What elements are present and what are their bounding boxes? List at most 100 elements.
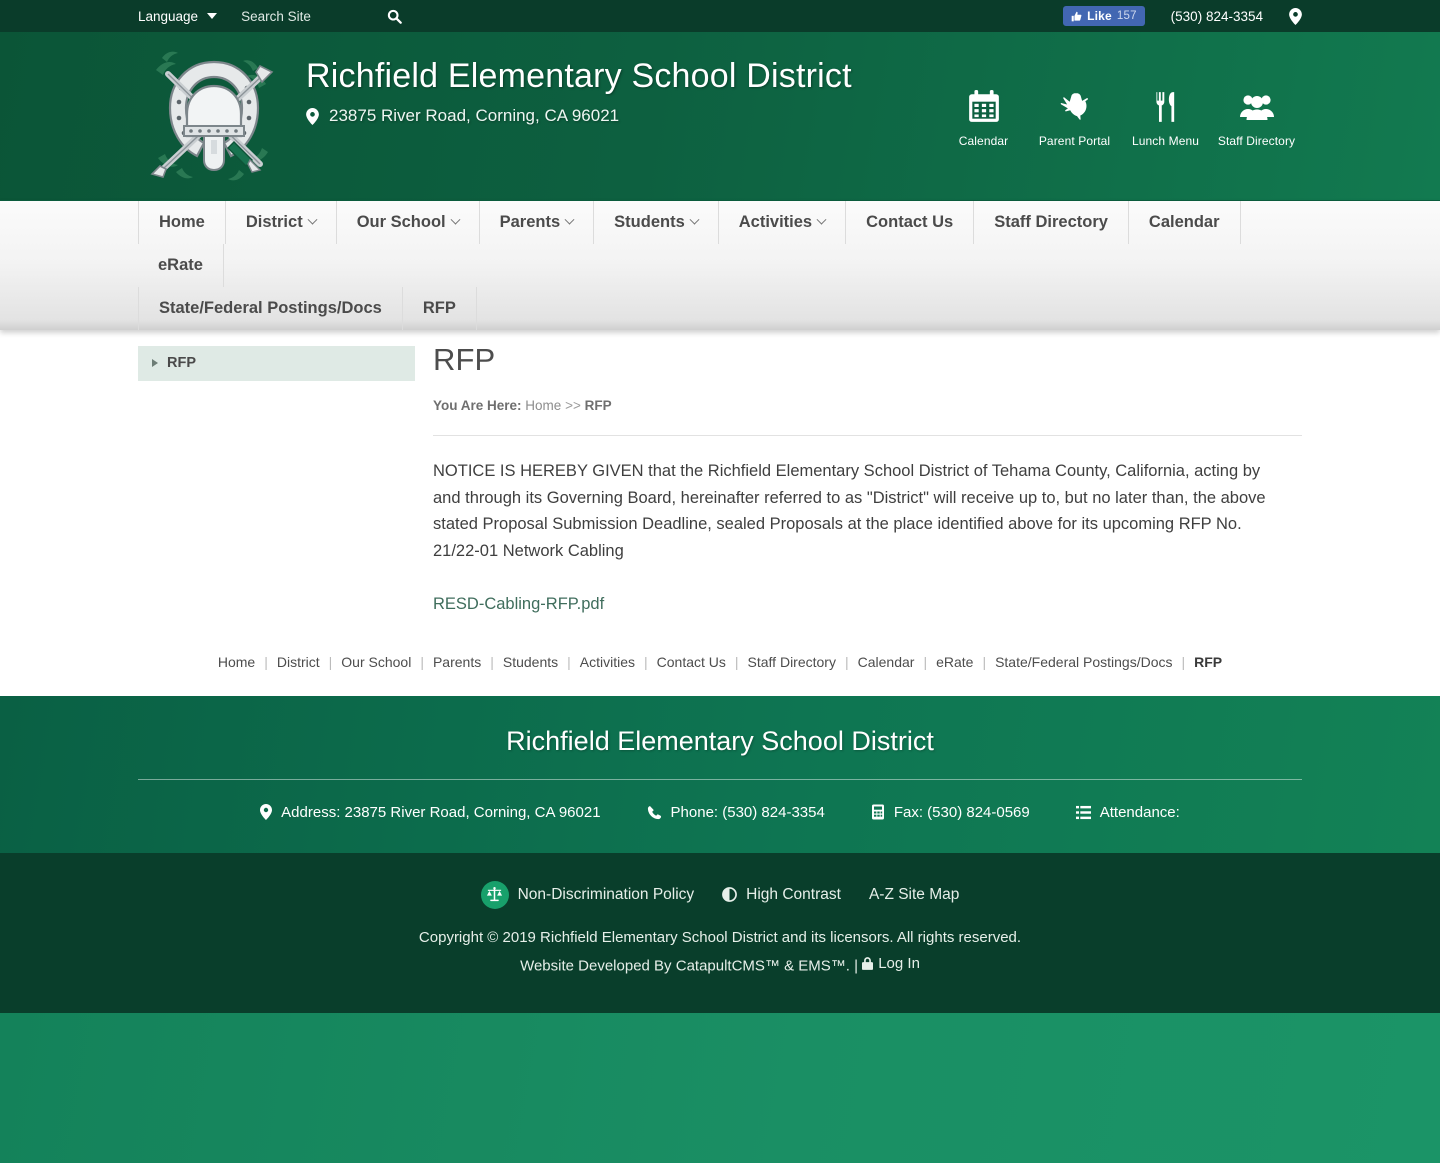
- bottom-nav-our-school[interactable]: Our School: [332, 654, 420, 670]
- a-z-site-map-label: A-Z Site Map: [868, 885, 960, 903]
- high-contrast-link[interactable]: High Contrast: [708, 886, 855, 904]
- a-z-site-map-link[interactable]: A-Z Site Map: [855, 886, 973, 904]
- footer-green-band: Richfield Elementary School District Add…: [0, 695, 1440, 853]
- footer-attendance-text: Attendance:: [1099, 803, 1180, 821]
- eagle-icon: [1029, 86, 1120, 128]
- sidebar-item-rfp[interactable]: RFP: [138, 346, 415, 381]
- breadcrumb-separator: >>: [565, 398, 581, 413]
- footer-district-title: Richfield Elementary School District: [506, 725, 934, 756]
- nav-label: Students: [614, 213, 685, 231]
- footer-phone-text: Phone: (530) 824-3354: [670, 803, 825, 821]
- bottom-nav-district[interactable]: District: [268, 654, 329, 670]
- non-discrimination-policy-label: Non-Discrimination Policy: [517, 885, 695, 903]
- nav-label: Our School: [356, 213, 446, 231]
- nav-item-our-school[interactable]: Our School: [337, 201, 480, 244]
- nav-label: District: [245, 213, 303, 231]
- bottom-nav-current-rfp: RFP: [1194, 653, 1223, 670]
- bottom-inline-nav: Home | District | Our School | Parents | Student…: [0, 648, 1440, 688]
- calendar-icon: [938, 86, 1029, 128]
- language-selector[interactable]: Language: [138, 9, 241, 24]
- map-pin-button[interactable]: [1289, 7, 1302, 25]
- nav-item-home[interactable]: Home: [138, 201, 226, 244]
- nav-item-staff-directory[interactable]: Staff Directory: [974, 201, 1129, 244]
- footer-attendance: Attendance:: [1053, 804, 1203, 821]
- nav-item-rfp[interactable]: RFP: [403, 287, 477, 330]
- search-icon: [387, 9, 402, 24]
- notice-paragraph: NOTICE IS HEREBY GIVEN that the Richfiel…: [433, 462, 1266, 561]
- nav-list: Home District Our School Parents Student…: [138, 201, 1302, 330]
- bottom-nav-erate[interactable]: eRate: [927, 654, 982, 670]
- nav-item-students[interactable]: Students: [594, 201, 719, 244]
- footer-fax: Fax: (530) 824-0569: [848, 804, 1053, 821]
- nav-label: Home: [159, 213, 205, 231]
- people-group-icon: [1211, 86, 1302, 128]
- footer-address[interactable]: Address: 23875 River Road, Corning, CA 9…: [237, 804, 623, 821]
- nav-label: Contact Us: [866, 213, 954, 231]
- footer-dark-band: Non-Discrimination Policy High Contrast …: [0, 852, 1440, 1013]
- nav-item-contact-us[interactable]: Contact Us: [846, 201, 975, 244]
- header-address[interactable]: 23875 River Road, Corning, CA 96021: [306, 106, 852, 126]
- left-sidebar: RFP: [138, 342, 415, 381]
- non-discrimination-policy-link[interactable]: Non-Discrimination Policy: [467, 880, 709, 909]
- quicklink-label: Lunch Menu: [1131, 134, 1200, 148]
- footer-copyright-block: Copyright © 2019 Richfield Elementary Sc…: [138, 925, 1302, 979]
- footer-divider: [138, 778, 1302, 780]
- login-link[interactable]: Log In: [862, 951, 920, 977]
- bottom-nav-calendar[interactable]: Calendar: [849, 654, 924, 670]
- phone-icon: [647, 805, 662, 820]
- breadcrumb-home-link[interactable]: Home: [525, 398, 561, 413]
- nav-label: Calendar: [1148, 213, 1220, 231]
- bottom-nav-state-federal-postings[interactable]: State/Federal Postings/Docs: [986, 654, 1181, 670]
- bottom-nav-home[interactable]: Home: [209, 654, 264, 670]
- bottom-nav-activities[interactable]: Activities: [571, 654, 644, 670]
- chevron-down-icon: [689, 214, 700, 225]
- developed-divider: |: [854, 957, 859, 975]
- nav-item-calendar[interactable]: Calendar: [1129, 201, 1241, 244]
- catapult-cms-link[interactable]: CatapultCMS™ & EMS™.: [676, 957, 850, 974]
- main-navigation: Home District Our School Parents Student…: [0, 200, 1440, 330]
- footer-policy-row: Non-Discrimination Policy High Contrast …: [138, 880, 1302, 909]
- chevron-down-icon: [307, 214, 318, 225]
- site-search[interactable]: [241, 8, 408, 24]
- nav-item-activities[interactable]: Activities: [719, 201, 847, 244]
- language-label: Language: [138, 8, 199, 24]
- bottom-nav-parents[interactable]: Parents: [424, 654, 490, 670]
- quicklink-lunch-menu[interactable]: Lunch Menu: [1120, 86, 1211, 148]
- chevron-right-icon: [152, 359, 158, 367]
- quicklink-staff-directory[interactable]: Staff Directory: [1211, 86, 1302, 148]
- nav-label: RFP: [422, 299, 456, 317]
- chevron-down-icon: [450, 214, 461, 225]
- nav-item-erate[interactable]: eRate: [138, 244, 224, 287]
- nav-label: Staff Directory: [994, 213, 1108, 231]
- quicklink-calendar[interactable]: Calendar: [938, 86, 1029, 148]
- district-logo[interactable]: [138, 40, 290, 190]
- nav-list-row2: State/Federal Postings/Docs RFP: [138, 287, 477, 330]
- facebook-like-label: Like: [1087, 9, 1112, 23]
- breadcrumb-current: RFP: [584, 398, 612, 413]
- bottom-nav-contact-us[interactable]: Contact Us: [648, 654, 735, 670]
- page-title: RFP: [433, 342, 496, 377]
- top-utility-bar: Language Search Site Like 157 (530) 824-…: [0, 0, 1440, 32]
- rfp-pdf-link[interactable]: RESD-Cabling-RFP.pdf: [433, 595, 604, 614]
- chevron-down-icon: [564, 214, 575, 225]
- nav-item-parents[interactable]: Parents: [480, 201, 595, 244]
- facebook-like-button[interactable]: Like 157: [1063, 6, 1145, 26]
- map-pin-icon: [260, 804, 273, 821]
- bottom-nav-staff-directory[interactable]: Staff Directory: [739, 654, 845, 670]
- developed-prefix: Website Developed By: [520, 957, 672, 975]
- nav-item-district[interactable]: District: [226, 201, 337, 244]
- search-input[interactable]: [241, 8, 382, 24]
- header-address-text: 23875 River Road, Corning, CA 96021: [329, 106, 620, 126]
- search-button[interactable]: [381, 9, 408, 24]
- footer-phone[interactable]: Phone: (530) 824-3354: [624, 804, 848, 821]
- nav-item-state-federal-postings[interactable]: State/Federal Postings/Docs: [138, 287, 403, 330]
- bottom-nav-students[interactable]: Students: [494, 654, 567, 670]
- sidebar-item-label: RFP: [167, 355, 196, 371]
- quicklink-label: Parent Portal: [1038, 134, 1111, 148]
- scales-of-justice-icon: [480, 880, 509, 909]
- nav-row-2: State/Federal Postings/Docs RFP: [138, 287, 1302, 330]
- topbar-phone[interactable]: (530) 824-3354: [1171, 9, 1263, 24]
- quicklink-parent-portal[interactable]: Parent Portal: [1029, 86, 1120, 148]
- thumbs-up-icon: [1071, 11, 1082, 22]
- quicklink-label: Staff Directory: [1217, 134, 1296, 148]
